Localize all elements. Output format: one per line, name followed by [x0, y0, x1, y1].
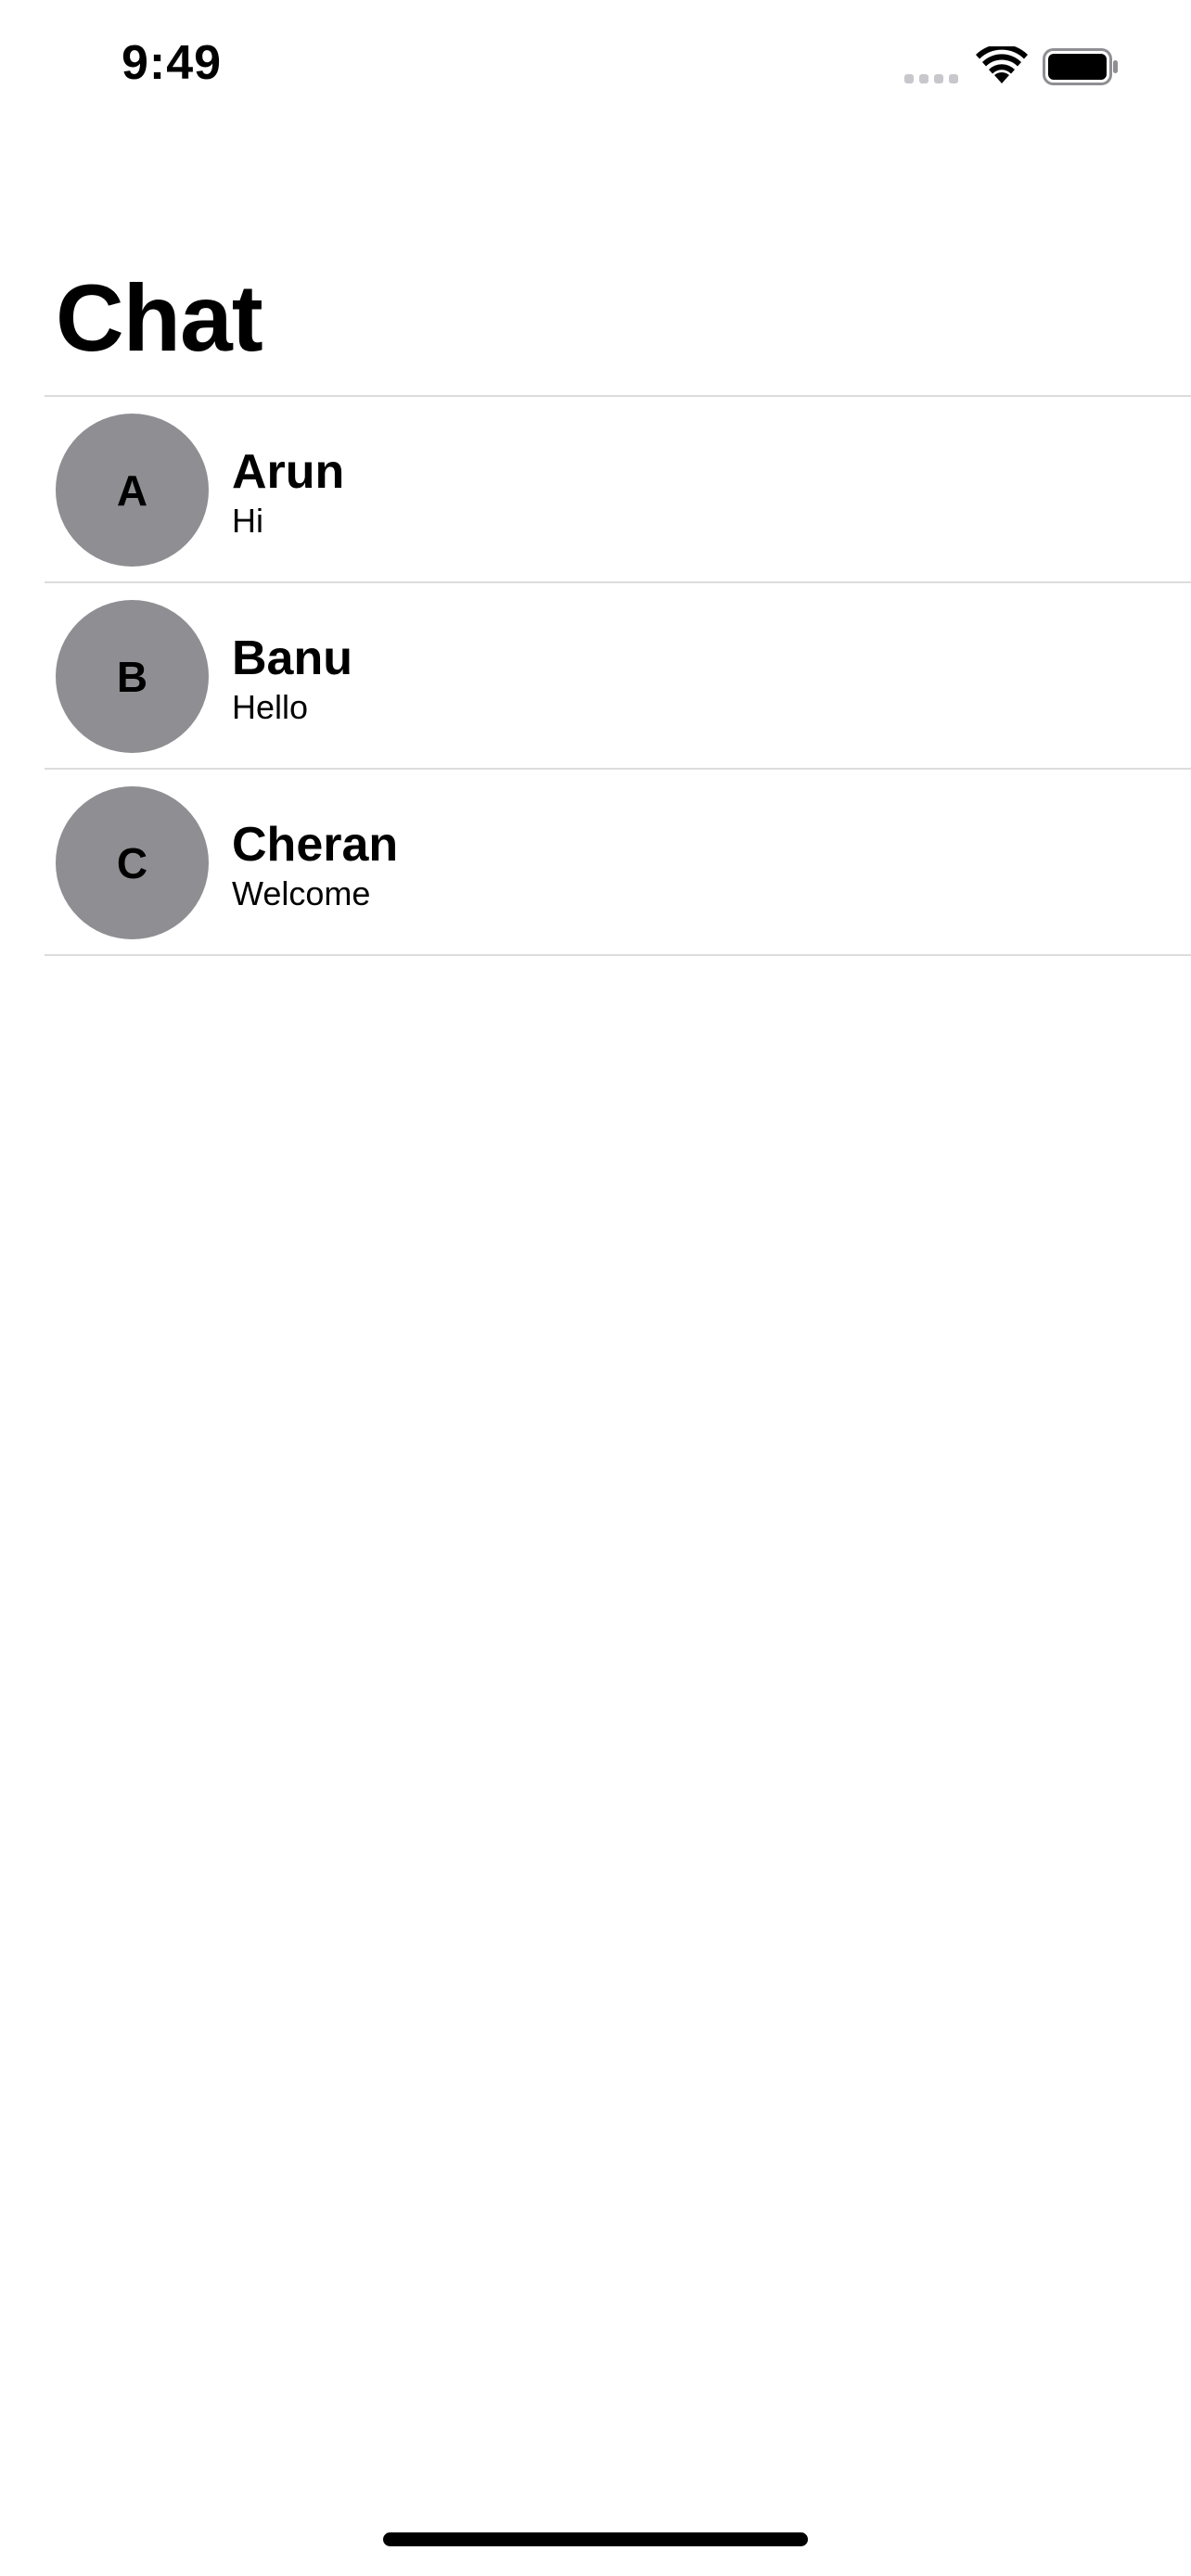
avatar-initial: C — [116, 838, 148, 887]
home-indicator[interactable] — [383, 2532, 808, 2546]
avatar: C — [56, 786, 209, 939]
chat-row-cheran[interactable]: C Cheran Welcome — [45, 770, 1191, 954]
status-bar: 9:49 — [0, 0, 1191, 139]
battery-icon — [1043, 48, 1118, 85]
chat-list: A Arun Hi B Banu Hello C Cheran Welcome — [45, 395, 1191, 956]
avatar: B — [56, 600, 209, 753]
chat-last-message: Hello — [232, 688, 309, 726]
status-time: 9:49 — [122, 36, 223, 90]
chat-row-arun[interactable]: A Arun Hi — [45, 397, 1191, 581]
cellular-signal-icon — [904, 74, 962, 83]
wifi-icon — [976, 46, 1028, 83]
avatar-initial: B — [116, 652, 148, 701]
chat-name: Arun — [232, 445, 345, 499]
avatar: A — [56, 414, 209, 567]
chat-last-message: Hi — [232, 502, 263, 540]
page-title: Chat — [56, 265, 263, 371]
chat-last-message: Welcome — [232, 874, 371, 912]
list-divider — [45, 954, 1191, 956]
chat-name: Banu — [232, 631, 352, 685]
chat-row-banu[interactable]: B Banu Hello — [45, 583, 1191, 768]
chat-name: Cheran — [232, 818, 399, 872]
avatar-initial: A — [116, 465, 148, 515]
